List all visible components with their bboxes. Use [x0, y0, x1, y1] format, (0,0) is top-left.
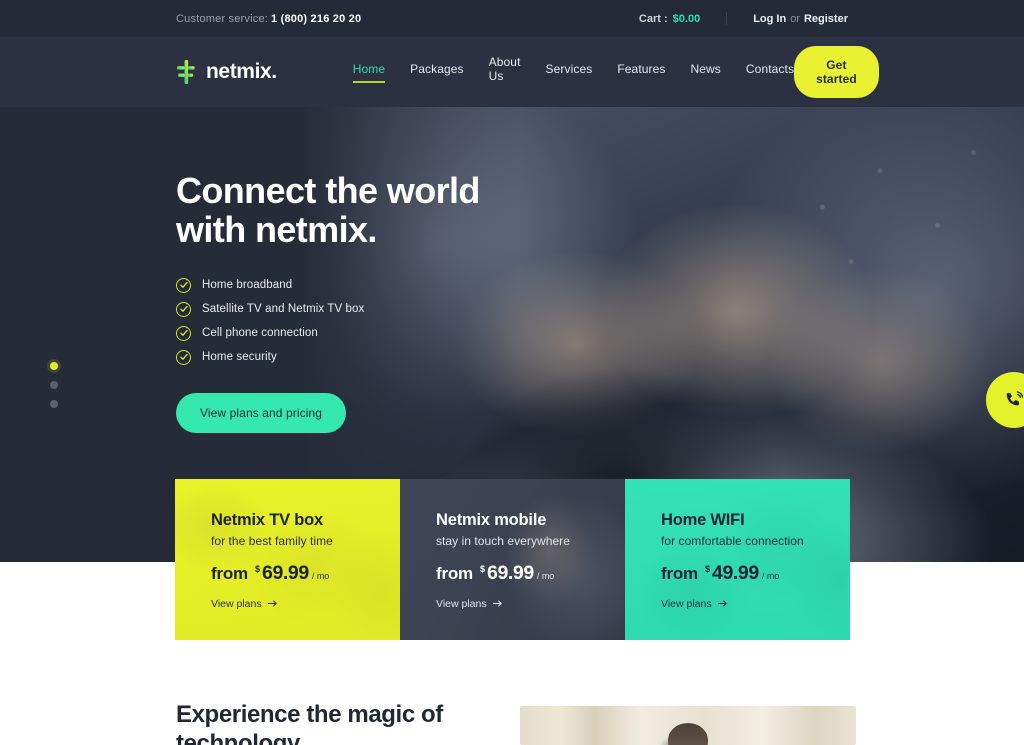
get-started-button[interactable]: Get started: [794, 46, 879, 98]
cart-label: Cart :: [638, 12, 668, 25]
card-subtitle: stay in touch everywhere: [436, 534, 570, 548]
price-from-label: from: [211, 564, 248, 583]
plan-cards: Netmix TV box for the best family time f…: [175, 479, 850, 640]
nav-item-packages[interactable]: Packages: [410, 62, 464, 83]
plan-card-home-wifi[interactable]: Home WIFI for comfortable connection fro…: [625, 479, 850, 640]
main-navigation: Home Packages About Us Services Features…: [352, 55, 794, 90]
card-subtitle: for the best family time: [211, 534, 333, 548]
arrow-right-icon: [492, 598, 503, 610]
list-item-label: Home security: [202, 351, 277, 364]
plan-card-netmix-tv-box[interactable]: Netmix TV box for the best family time f…: [175, 479, 400, 640]
price-period: / mo: [536, 571, 555, 581]
arrow-right-icon: [267, 598, 278, 610]
nav-item-news[interactable]: News: [691, 62, 721, 83]
top-bar-inner: Customer service: 1 (800) 216 20 20 Cart …: [0, 12, 1024, 25]
view-plans-and-pricing-button[interactable]: View plans and pricing: [176, 392, 347, 433]
arrow-right-icon: [717, 598, 728, 610]
nav-item-services[interactable]: Services: [546, 62, 593, 83]
check-circle-icon: [176, 325, 191, 341]
site-header: netmix. Home Packages About Us Services …: [0, 37, 1024, 107]
price-period: / mo: [761, 571, 780, 581]
top-utility-bar: Customer service: 1 (800) 216 20 20 Cart …: [0, 0, 1024, 37]
card-price: from $ 49.99 / mo: [661, 562, 850, 585]
price-amount: 49.99: [712, 562, 759, 584]
list-item: Cell phone connection: [176, 325, 596, 341]
logo[interactable]: netmix.: [176, 60, 277, 84]
logo-text: netmix.: [206, 60, 277, 83]
price-from-label: from: [661, 564, 698, 583]
customer-service-label: Customer service:: [176, 12, 269, 25]
price-amount: 69.99: [262, 562, 309, 584]
list-item: Home security: [176, 349, 596, 365]
price-currency: $: [704, 564, 710, 574]
check-circle-icon: [176, 349, 191, 365]
slider-dot-2[interactable]: [50, 381, 58, 389]
card-title: Netmix mobile: [436, 511, 547, 529]
list-item-label: Satellite TV and Netmix TV box: [202, 303, 365, 316]
section-title: Experience the magic of technology: [176, 701, 443, 745]
hero-title-line-2: with netmix.: [176, 208, 377, 250]
card-link-label: View plans: [661, 598, 712, 610]
register-link[interactable]: Register: [804, 13, 848, 25]
hero-title: Connect the world with netmix.: [176, 170, 596, 250]
customer-service-phone[interactable]: 1 (800) 216 20 20: [271, 13, 361, 25]
price-from-label: from: [436, 564, 473, 583]
nav-item-about-us[interactable]: About Us: [489, 55, 521, 90]
netmix-plus-mark-icon: [176, 60, 197, 84]
slider-dot-1[interactable]: [50, 362, 58, 370]
price-amount: 69.99: [487, 562, 534, 584]
top-bar-right: Cart : $0.00 Log In or Register: [639, 12, 848, 25]
card-view-plans-link[interactable]: View plans: [661, 598, 728, 610]
check-circle-icon: [176, 277, 191, 293]
nav-item-home[interactable]: Home: [352, 62, 386, 83]
nav-item-features[interactable]: Features: [617, 62, 665, 83]
hero-slider-dots: [50, 362, 58, 408]
top-bar-divider: [726, 12, 728, 25]
card-content: Home WIFI for comfortable connection fro…: [661, 511, 850, 612]
card-content: Netmix mobile stay in touch everywhere f…: [436, 511, 625, 612]
card-title: Netmix TV box: [211, 511, 324, 529]
card-subtitle: for comfortable connection: [661, 534, 804, 548]
cart-widget[interactable]: Cart : $0.00: [639, 13, 700, 25]
card-content: Netmix TV box for the best family time f…: [211, 511, 400, 612]
price-period: / mo: [311, 571, 330, 581]
card-view-plans-link[interactable]: View plans: [211, 598, 278, 610]
customer-service-block: Customer service: 1 (800) 216 20 20: [176, 13, 361, 25]
list-item: Home broadband: [176, 277, 596, 293]
check-circle-icon: [176, 301, 191, 317]
card-title: Home WIFI: [661, 511, 745, 529]
card-price: from $ 69.99 / mo: [211, 562, 400, 585]
nav-item-contacts[interactable]: Contacts: [746, 62, 794, 83]
login-link[interactable]: Log In: [753, 13, 786, 25]
card-link-label: View plans: [211, 598, 262, 610]
hero-feature-list: Home broadband Satellite TV and Netmix T…: [176, 277, 596, 365]
list-item-label: Home broadband: [202, 279, 293, 292]
hero-title-line-1: Connect the world: [176, 170, 480, 211]
header-inner: netmix. Home Packages About Us Services …: [0, 46, 1024, 98]
plan-card-netmix-mobile[interactable]: Netmix mobile stay in touch everywhere f…: [400, 479, 625, 640]
card-price: from $ 69.99 / mo: [436, 562, 625, 585]
page-root: Customer service: 1 (800) 216 20 20 Cart …: [0, 0, 1024, 745]
auth-or-label: or: [790, 12, 800, 25]
hero-content: Connect the world with netmix. Home broa…: [176, 170, 596, 433]
slider-dot-3[interactable]: [50, 400, 58, 408]
card-link-label: View plans: [436, 598, 487, 610]
price-currency: $: [479, 564, 485, 574]
cart-total: $0.00: [672, 12, 701, 25]
list-item: Satellite TV and Netmix TV box: [176, 301, 596, 317]
section-photo: [520, 706, 856, 745]
auth-links: Log In or Register: [753, 13, 848, 25]
list-item-label: Cell phone connection: [202, 327, 318, 340]
price-currency: $: [254, 564, 260, 574]
card-view-plans-link[interactable]: View plans: [436, 598, 503, 610]
